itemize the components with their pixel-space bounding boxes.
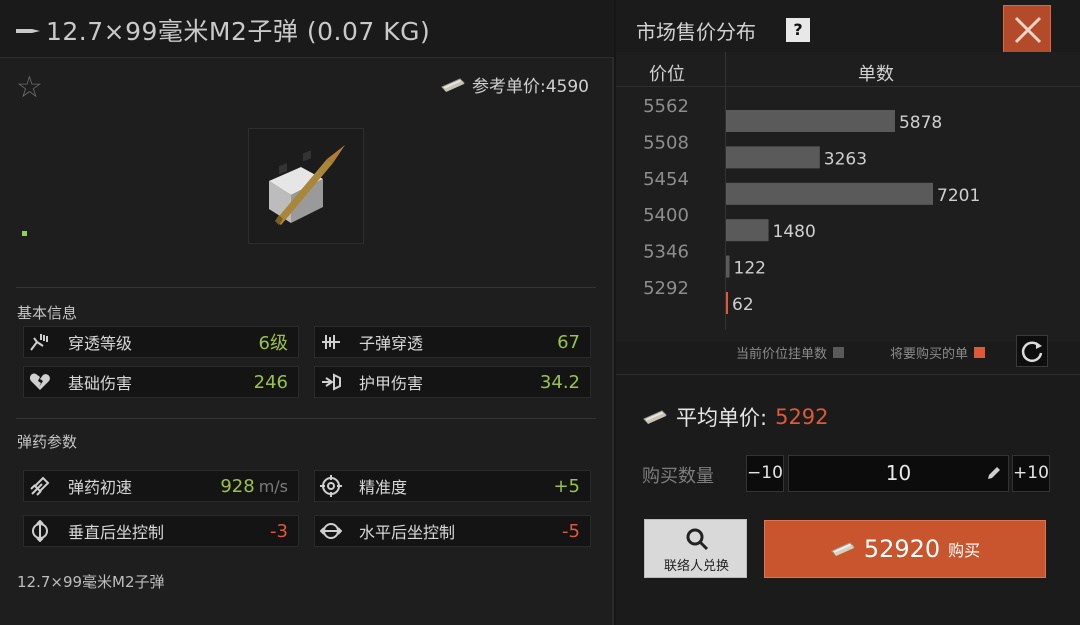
refresh-button[interactable] [1016, 335, 1048, 367]
ammo-box-image [269, 145, 345, 225]
quantity-minus-button[interactable]: −10 [746, 455, 784, 492]
reference-price-text: 参考单价:4590 [472, 77, 589, 97]
stat-value: 6级 [258, 333, 288, 354]
cash-icon [441, 77, 465, 92]
legend-current-orders: 当前价位挂单数 [736, 343, 845, 362]
muzzle-velocity-icon [24, 471, 56, 501]
favorite-star-icon[interactable]: ☆ [16, 70, 43, 105]
stat-value: 246 [253, 371, 288, 393]
price-tick-label: 5400 [643, 205, 689, 226]
chart-header-price: 价位 [649, 64, 685, 85]
item-image [248, 128, 364, 244]
price-tick-label: 5508 [643, 132, 689, 153]
chart-legend [616, 334, 1080, 372]
market-title: 市场售价分布 [636, 20, 756, 44]
stat-armor-damage: 护甲伤害 34.2 [314, 366, 591, 398]
section-title-ammo-params: 弹药参数 [17, 433, 78, 451]
buy-label: 购买 [948, 541, 981, 560]
stat-value: 34.2 [539, 371, 580, 393]
item-footer-name: 12.7×99毫米M2子弹 [17, 573, 165, 591]
stat-value: 67 [557, 331, 580, 353]
stat-value: 928 m/s [220, 476, 288, 497]
section-title-basic-info: 基本信息 [17, 304, 78, 322]
average-price-label: 平均单价: [676, 406, 768, 430]
buy-total-amount: 52920 [863, 535, 941, 563]
quantity-input[interactable]: 10 [788, 455, 1009, 492]
cash-icon [643, 410, 667, 424]
bar-value-label: 1480 [773, 222, 816, 242]
item-title: 12.7×99毫米M2子弹 (0.07 KG) [46, 17, 431, 46]
stat-penetration-level: 穿透等级 6级 [23, 326, 299, 358]
stat-label: 垂直后坐控制 [68, 523, 165, 542]
bar-value-label: 62 [732, 295, 754, 315]
quantity-label: 购买数量 [642, 466, 714, 487]
legend-swatch-orange [974, 347, 986, 358]
average-price-value: 5292 [775, 405, 829, 429]
bar-value-label: 7201 [937, 186, 980, 206]
stat-label: 基础伤害 [68, 374, 133, 393]
legend-label: 将要购买的单 [890, 347, 969, 362]
divider [16, 418, 596, 419]
stat-horizontal-recoil: 水平后坐控制 -5 [314, 515, 591, 547]
bullet-penetration-icon [315, 327, 347, 357]
stat-value: -3 [270, 520, 288, 542]
status-dot [22, 231, 27, 236]
chart-bar [726, 255, 730, 278]
refresh-icon [1021, 341, 1043, 362]
stat-base-damage: 基础伤害 246 [23, 366, 299, 398]
crosshair-icon [315, 471, 347, 501]
stat-label: 子弹穿透 [359, 334, 424, 353]
chart-bar [726, 182, 934, 205]
stat-label: 护甲伤害 [359, 374, 424, 393]
bar-value-label: 3263 [824, 149, 867, 169]
chart-bar [726, 146, 820, 169]
penetration-level-icon [24, 327, 56, 357]
contact-exchange-label: 联络人兑换 [663, 559, 729, 574]
stat-unit: m/s [258, 476, 288, 496]
help-icon[interactable]: ? [786, 18, 810, 42]
bar-value-label: 5878 [899, 113, 942, 133]
close-icon [1014, 16, 1042, 44]
stat-value-number: 928 [220, 475, 255, 497]
chart-plot: 5562 5878 5508 3263 5454 7201 5400 1480 5346 122 5… [643, 96, 980, 315]
chart-header-count: 单数 [858, 64, 894, 85]
bullet-icon [16, 29, 40, 33]
stat-bullet-penetration: 子弹穿透 67 [314, 326, 591, 358]
average-price: 平均单价: 5292 [642, 402, 829, 432]
price-tick-label: 5346 [643, 242, 689, 263]
armor-damage-icon [315, 367, 347, 397]
buy-button[interactable]: 52920 购买 [764, 520, 1046, 578]
horizontal-recoil-icon [315, 516, 347, 546]
legend-buy-orders: 将要购买的单 [890, 343, 986, 362]
stat-label: 穿透等级 [68, 334, 133, 353]
search-icon [686, 528, 709, 551]
stat-value: +5 [553, 475, 580, 497]
broken-heart-icon [24, 367, 56, 397]
stat-vertical-recoil: 垂直后坐控制 -3 [23, 515, 299, 547]
stat-accuracy: 精准度 +5 [314, 470, 591, 502]
close-button[interactable] [1003, 5, 1051, 53]
pencil-icon[interactable] [986, 465, 1002, 481]
cash-icon [830, 542, 855, 556]
price-tick-label: 5454 [643, 169, 689, 190]
quantity-plus-button[interactable]: +10 [1012, 455, 1050, 492]
stat-label: 精准度 [359, 478, 408, 497]
vertical-recoil-icon [24, 516, 56, 546]
chart-bar [726, 292, 728, 314]
reference-price: 参考单价:4590 [440, 72, 589, 97]
price-tick-label: 5292 [643, 278, 689, 299]
stat-label: 水平后坐控制 [359, 523, 456, 542]
chart-bar [726, 110, 895, 132]
divider [16, 287, 596, 288]
stat-muzzle-velocity: 弹药初速 928 m/s [23, 470, 299, 502]
price-tick-label: 5562 [643, 96, 689, 117]
contact-exchange-button[interactable]: 联络人兑换 [644, 519, 747, 578]
divider [616, 374, 1080, 375]
chart-bar [726, 219, 769, 242]
bar-value-label: 122 [734, 259, 766, 279]
stat-value: -5 [562, 520, 580, 542]
stat-label: 弹药初速 [68, 478, 133, 497]
legend-label: 当前价位挂单数 [736, 347, 828, 362]
legend-swatch-gray [833, 347, 845, 358]
